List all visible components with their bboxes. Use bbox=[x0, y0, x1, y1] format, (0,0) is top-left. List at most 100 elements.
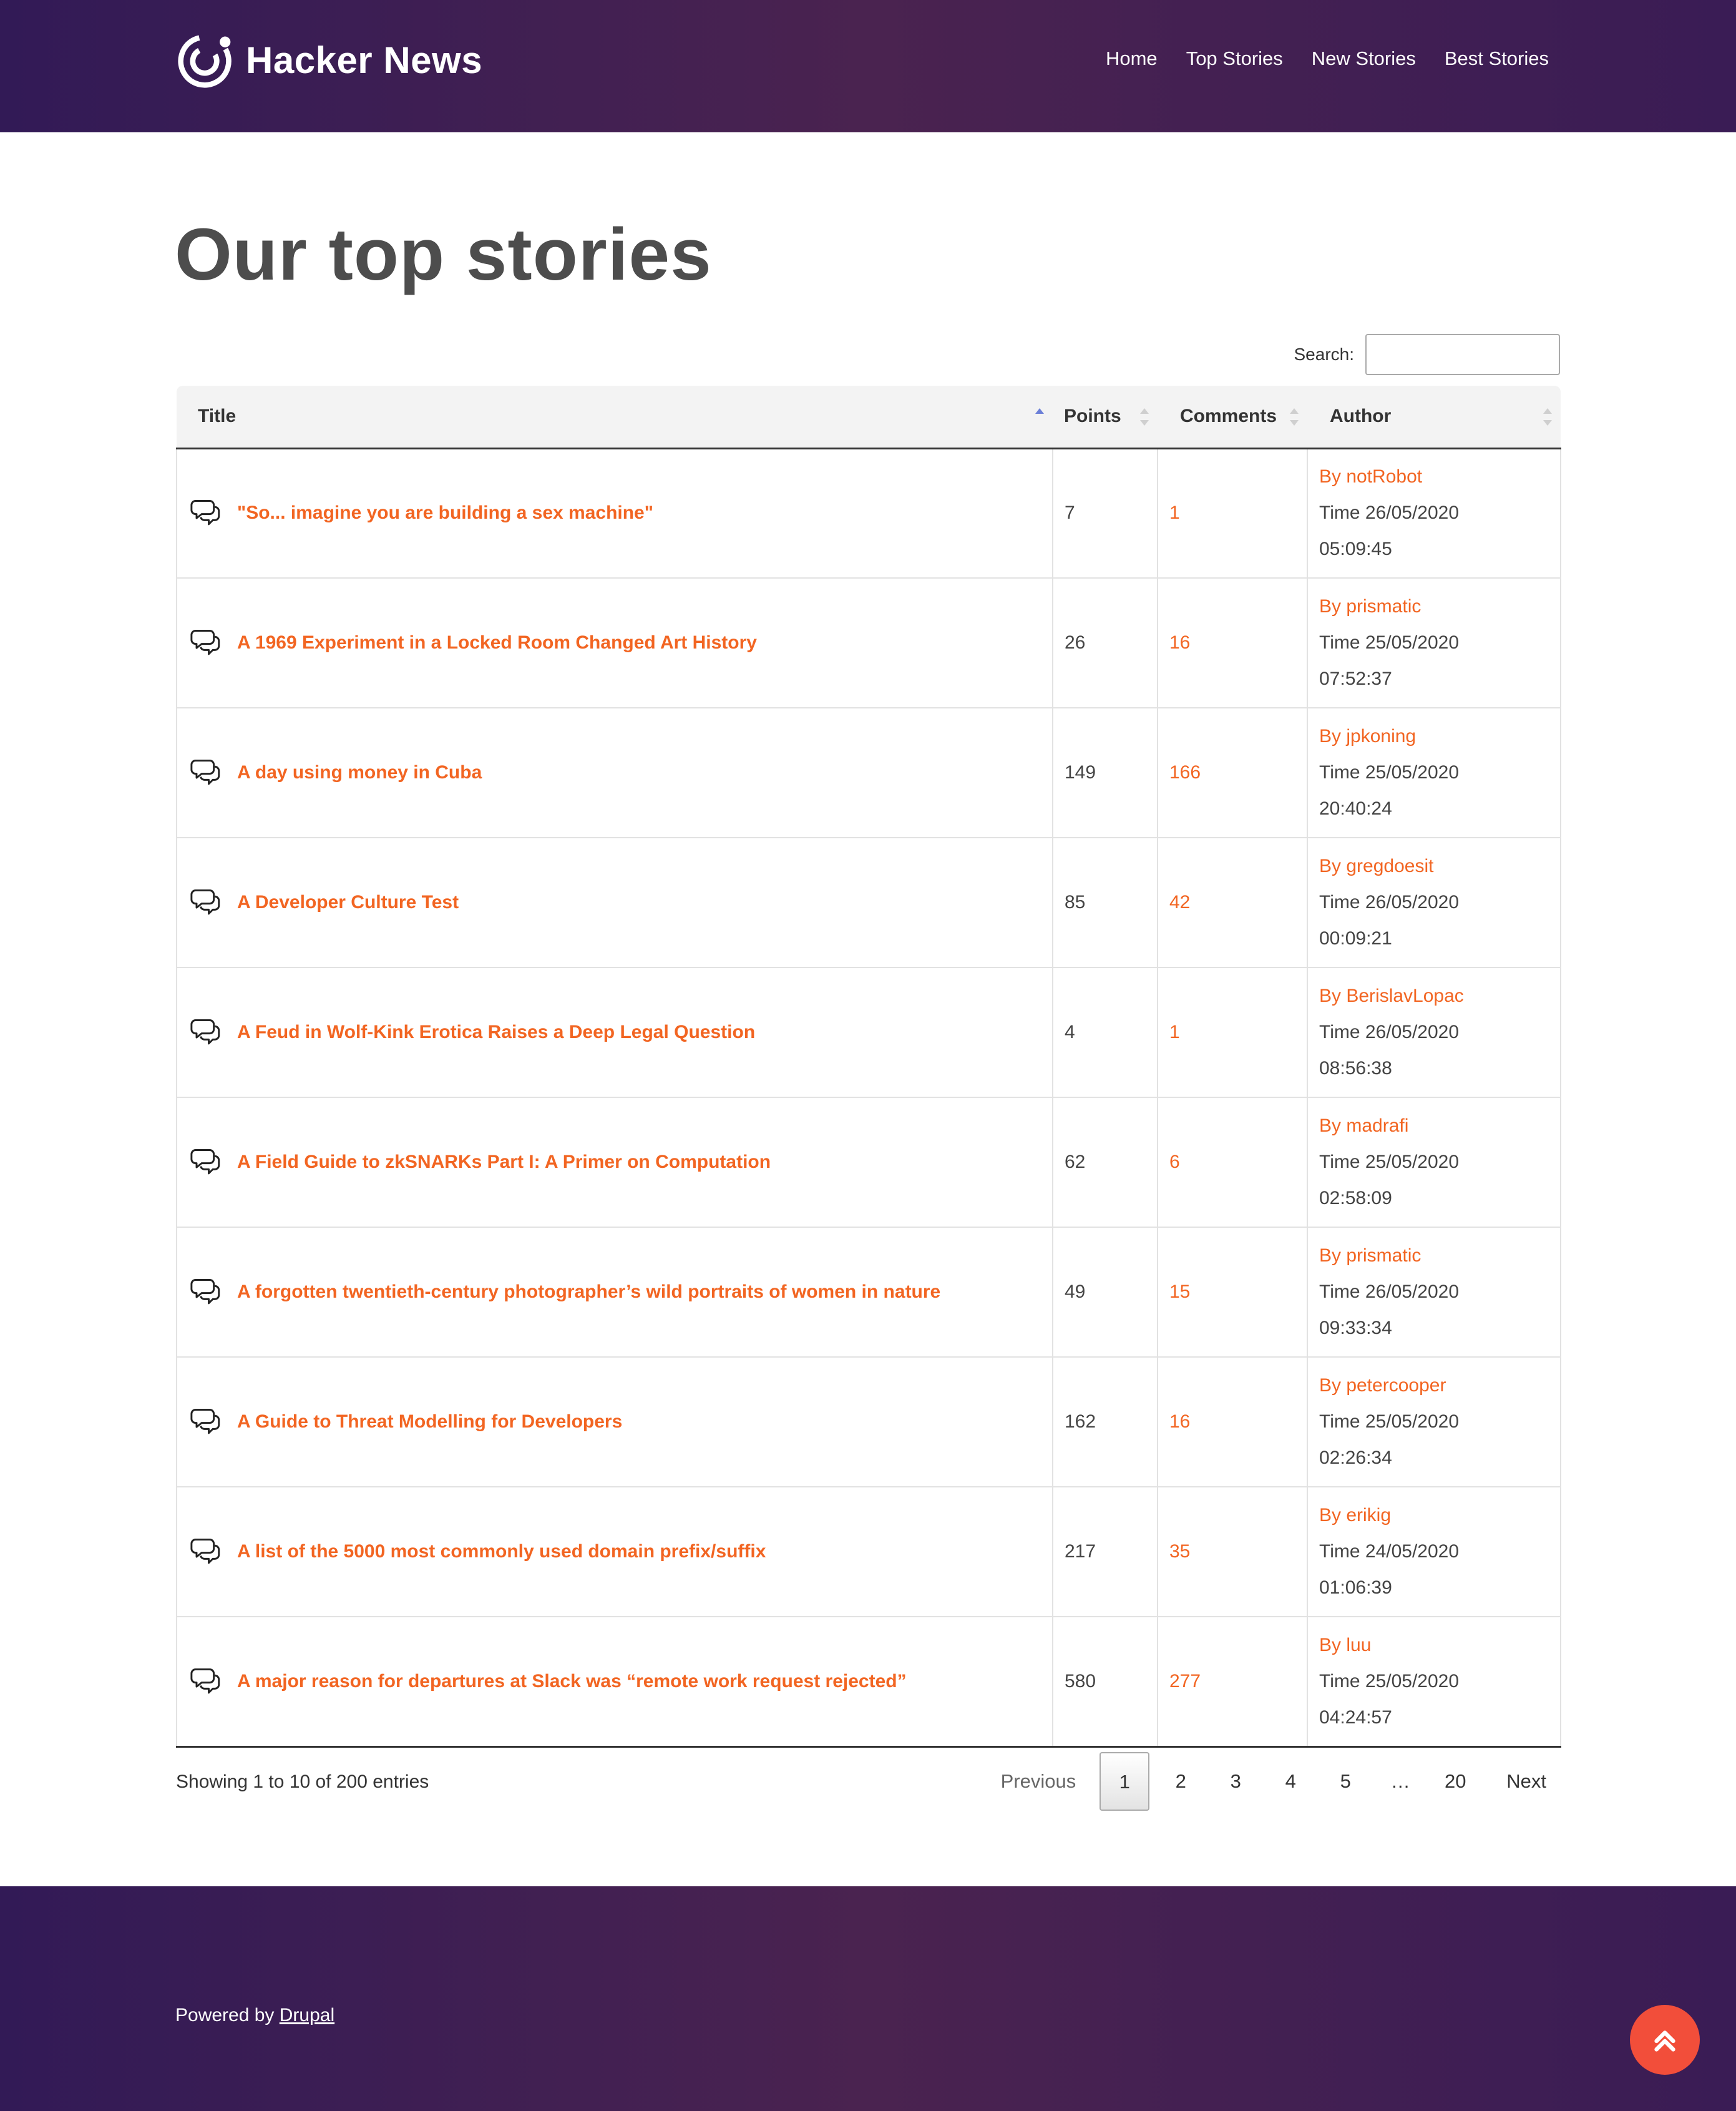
comments-count-link[interactable]: 16 bbox=[1169, 632, 1190, 653]
table-row: A forgotten twentieth-century photograph… bbox=[176, 1227, 1561, 1358]
post-time: 04:24:57 bbox=[1319, 1707, 1392, 1728]
comments-cell: 15 bbox=[1158, 1227, 1308, 1358]
table-row: A Developer Culture Test 85 42 By gregdoesi… bbox=[176, 838, 1561, 968]
comments-icon bbox=[190, 1539, 220, 1564]
author-link[interactable]: By notRobot bbox=[1319, 459, 1549, 495]
post-date: Time 26/05/2020 bbox=[1319, 1022, 1460, 1042]
author-link[interactable]: By BerislavLopac bbox=[1319, 978, 1549, 1014]
post-time: 02:26:34 bbox=[1319, 1447, 1392, 1468]
author-link[interactable]: By prismatic bbox=[1319, 589, 1549, 625]
comments-count-link[interactable]: 166 bbox=[1169, 762, 1201, 783]
author-link[interactable]: By prismatic bbox=[1319, 1238, 1549, 1274]
comments-icon bbox=[190, 1149, 220, 1175]
next-button[interactable]: Next bbox=[1493, 1751, 1560, 1811]
nav-new-stories[interactable]: New Stories bbox=[1312, 47, 1416, 70]
author-cell: By petercooper Time 25/05/2020 02:26:34 bbox=[1307, 1357, 1561, 1487]
points-cell: 4 bbox=[1053, 967, 1158, 1098]
powered-by-text: Powered by bbox=[175, 2005, 280, 2025]
story-title-link[interactable]: A major reason for departures at Slack w… bbox=[237, 1671, 907, 1692]
column-header-author-label: Author bbox=[1330, 406, 1392, 427]
story-title-link[interactable]: A Field Guide to zkSNARKs Part I: A Prim… bbox=[237, 1152, 771, 1173]
post-date: Time 25/05/2020 bbox=[1319, 762, 1460, 783]
post-date: Time 24/05/2020 bbox=[1319, 1541, 1460, 1562]
points-cell: 49 bbox=[1053, 1227, 1158, 1358]
comments-count-link[interactable]: 1 bbox=[1169, 502, 1180, 523]
drupal-link[interactable]: Drupal bbox=[280, 2005, 334, 2025]
table-info: Showing 1 to 10 of 200 entries bbox=[176, 1771, 429, 1792]
page-button-current[interactable]: 1 bbox=[1100, 1752, 1150, 1811]
page-button-5[interactable]: 5 bbox=[1318, 1751, 1373, 1811]
table-row: A list of the 5000 most commonly used do… bbox=[176, 1487, 1561, 1617]
comments-cell: 42 bbox=[1158, 838, 1308, 968]
column-header-comments[interactable]: Comments bbox=[1158, 386, 1307, 449]
author-link[interactable]: By luu bbox=[1319, 1627, 1549, 1663]
previous-button[interactable]: Previous bbox=[987, 1751, 1090, 1811]
post-time: 07:52:37 bbox=[1319, 669, 1392, 689]
author-link[interactable]: By petercooper bbox=[1319, 1368, 1549, 1404]
powered-by: Powered by Drupal bbox=[175, 2005, 334, 2026]
column-header-points-label: Points bbox=[1064, 406, 1121, 427]
page-button-20[interactable]: 20 bbox=[1428, 1751, 1483, 1811]
column-header-author[interactable]: Author bbox=[1307, 386, 1561, 449]
main-nav: Home Top Stories New Stories Best Storie… bbox=[1106, 47, 1549, 70]
post-date: Time 25/05/2020 bbox=[1319, 1152, 1460, 1172]
page-button-4[interactable]: 4 bbox=[1263, 1751, 1318, 1811]
points-cell: 580 bbox=[1053, 1617, 1158, 1748]
nav-top-stories[interactable]: Top Stories bbox=[1186, 47, 1283, 70]
points-cell: 7 bbox=[1053, 448, 1158, 579]
sort-ascending-icon bbox=[1035, 408, 1044, 426]
site-name: Hacker News bbox=[246, 39, 483, 81]
comments-count-link[interactable]: 6 bbox=[1169, 1152, 1180, 1172]
points-cell: 149 bbox=[1053, 708, 1158, 838]
story-title-link[interactable]: A list of the 5000 most commonly used do… bbox=[237, 1541, 766, 1562]
table-row: A 1969 Experiment in a Locked Room Chang… bbox=[176, 578, 1561, 708]
story-title-link[interactable]: A Developer Culture Test bbox=[237, 892, 459, 913]
page-button-2[interactable]: 2 bbox=[1153, 1751, 1208, 1811]
comments-count-link[interactable]: 16 bbox=[1169, 1411, 1190, 1432]
comments-cell: 16 bbox=[1158, 1357, 1308, 1487]
comments-count-link[interactable]: 277 bbox=[1169, 1671, 1201, 1692]
table-row: "So... imagine you are building a sex ma… bbox=[176, 448, 1561, 579]
story-title-link[interactable]: A Guide to Threat Modelling for Develope… bbox=[237, 1411, 622, 1433]
author-cell: By BerislavLopac Time 26/05/2020 08:56:38 bbox=[1307, 967, 1561, 1098]
search-input[interactable] bbox=[1365, 334, 1560, 375]
search-label: Search: bbox=[1294, 345, 1355, 364]
author-link[interactable]: By gregdoesit bbox=[1319, 848, 1549, 884]
column-header-title[interactable]: Title bbox=[177, 386, 1053, 449]
comments-icon bbox=[190, 1019, 220, 1045]
column-header-points[interactable]: Points bbox=[1053, 386, 1158, 449]
scroll-to-top-button[interactable] bbox=[1630, 2005, 1700, 2075]
table-row: A Field Guide to zkSNARKs Part I: A Prim… bbox=[176, 1097, 1561, 1228]
comments-count-link[interactable]: 15 bbox=[1169, 1281, 1190, 1302]
points-cell: 217 bbox=[1053, 1487, 1158, 1617]
comments-count-link[interactable]: 1 bbox=[1169, 1022, 1180, 1042]
nav-best-stories[interactable]: Best Stories bbox=[1445, 47, 1549, 70]
comments-count-link[interactable]: 42 bbox=[1169, 892, 1190, 913]
comments-icon bbox=[190, 1279, 220, 1305]
story-title-link[interactable]: A forgotten twentieth-century photograph… bbox=[237, 1281, 940, 1303]
story-title-link[interactable]: A Feud in Wolf-Kink Erotica Raises a Dee… bbox=[237, 1022, 755, 1043]
author-link[interactable]: By erikig bbox=[1319, 1497, 1549, 1534]
author-link[interactable]: By jpkoning bbox=[1319, 718, 1549, 755]
story-title-link[interactable]: A 1969 Experiment in a Locked Room Chang… bbox=[237, 632, 757, 654]
story-title-link[interactable]: "So... imagine you are building a sex ma… bbox=[237, 502, 653, 524]
sort-icon bbox=[1140, 408, 1149, 426]
comments-cell: 1 bbox=[1158, 448, 1308, 579]
title-cell: A list of the 5000 most commonly used do… bbox=[176, 1487, 1053, 1617]
double-chevron-up-icon bbox=[1654, 2030, 1675, 2052]
story-title-link[interactable]: A day using money in Cuba bbox=[237, 762, 482, 783]
post-time: 05:09:45 bbox=[1319, 539, 1392, 560]
search-box: Search: bbox=[1294, 334, 1560, 375]
author-cell: By prismatic Time 25/05/2020 07:52:37 bbox=[1307, 578, 1561, 708]
title-cell: A 1969 Experiment in a Locked Room Chang… bbox=[176, 578, 1053, 708]
nav-home[interactable]: Home bbox=[1106, 47, 1158, 70]
comments-icon bbox=[190, 889, 220, 915]
comments-cell: 166 bbox=[1158, 708, 1308, 838]
post-date: Time 26/05/2020 bbox=[1319, 502, 1460, 524]
author-link[interactable]: By madrafi bbox=[1319, 1108, 1549, 1144]
site-logo[interactable]: Hacker News bbox=[176, 30, 482, 90]
comments-count-link[interactable]: 35 bbox=[1169, 1541, 1190, 1562]
page-button-3[interactable]: 3 bbox=[1208, 1751, 1263, 1811]
author-cell: By luu Time 25/05/2020 04:24:57 bbox=[1307, 1617, 1561, 1748]
title-cell: A Developer Culture Test bbox=[176, 838, 1053, 968]
